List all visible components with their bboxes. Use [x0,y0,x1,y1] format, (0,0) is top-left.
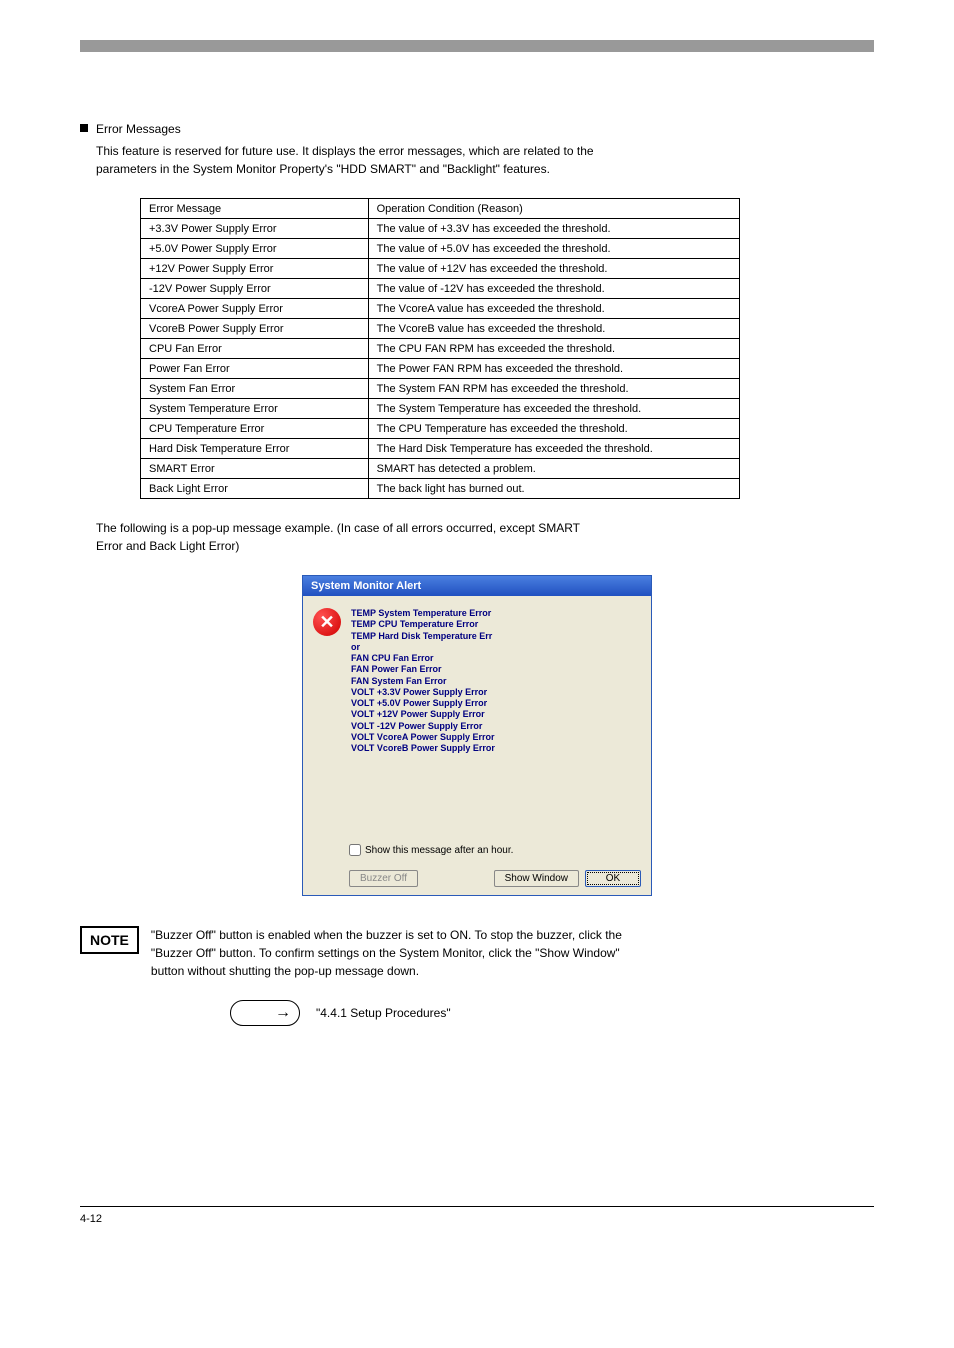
table-header-row: Error Message Operation Condition (Reaso… [141,199,740,219]
section-title: Error Messages [96,122,181,136]
desc-line1: This feature is reserved for future use.… [96,144,594,158]
alert-line: VOLT +5.0V Power Supply Error [351,698,495,709]
show-window-button[interactable]: Show Window [494,870,579,887]
cell-cond: The value of -12V has exceeded the thres… [368,279,739,299]
cell-msg: SMART Error [141,459,369,479]
alert-line: or [351,642,495,653]
table-row: Power Fan ErrorThe Power FAN RPM has exc… [141,359,740,379]
alert-line: FAN Power Fan Error [351,664,495,675]
table-row: +12V Power Supply ErrorThe value of +12V… [141,259,740,279]
table-row: CPU Temperature ErrorThe CPU Temperature… [141,419,740,439]
header-bar [80,40,874,52]
ok-button[interactable]: OK [585,870,641,887]
alert-line: VOLT +12V Power Supply Error [351,709,495,720]
alert-line: VOLT VcoreA Power Supply Error [351,732,495,743]
alert-line: VOLT VcoreB Power Supply Error [351,743,495,754]
cell-msg: VcoreB Power Supply Error [141,319,369,339]
cell-cond: The Hard Disk Temperature has exceeded t… [368,439,739,459]
note-label-box: NOTE [80,926,139,954]
dialog-titlebar: System Monitor Alert [303,576,651,596]
note-line3: button without shutting the pop-up messa… [151,964,419,978]
alert-dialog: System Monitor Alert ✕ TEMP System Tempe… [302,575,652,896]
cell-msg: CPU Fan Error [141,339,369,359]
cell-cond: The value of +3.3V has exceeded the thre… [368,219,739,239]
cell-cond: SMART has detected a problem. [368,459,739,479]
table-row: +5.0V Power Supply ErrorThe value of +5.… [141,239,740,259]
cell-msg: +5.0V Power Supply Error [141,239,369,259]
cell-cond: The Power FAN RPM has exceeded the thres… [368,359,739,379]
alert-line: FAN System Fan Error [351,676,495,687]
cell-cond: The VcoreA value has exceeded the thresh… [368,299,739,319]
arrow-right-icon: → [275,1004,291,1022]
note-line2: "Buzzer Off" button. To confirm settings… [151,946,620,960]
table-row: -12V Power Supply ErrorThe value of -12V… [141,279,740,299]
cell-cond: The back light has burned out. [368,479,739,499]
table-row: Back Light ErrorThe back light has burne… [141,479,740,499]
cell-cond: The CPU Temperature has exceeded the thr… [368,419,739,439]
page-footer: 4-12 [80,1206,874,1225]
cell-msg: System Temperature Error [141,399,369,419]
alert-line: TEMP CPU Temperature Error [351,619,495,630]
table-row: VcoreB Power Supply ErrorThe VcoreB valu… [141,319,740,339]
cell-cond: The CPU FAN RPM has exceeded the thresho… [368,339,739,359]
cell-msg: -12V Power Supply Error [141,279,369,299]
alert-line: FAN CPU Fan Error [351,653,495,664]
show-after-hour-checkbox[interactable] [349,844,361,856]
table-row: SMART ErrorSMART has detected a problem. [141,459,740,479]
table-row: VcoreA Power Supply ErrorThe VcoreA valu… [141,299,740,319]
cell-cond: The System FAN RPM has exceeded the thre… [368,379,739,399]
section-description: This feature is reserved for future use.… [96,142,874,178]
alert-line: TEMP System Temperature Error [351,608,495,619]
cell-cond: The value of +12V has exceeded the thres… [368,259,739,279]
desc-line2: parameters in the System Monitor Propert… [96,162,550,176]
cell-msg: +3.3V Power Supply Error [141,219,369,239]
cell-cond: The value of +5.0V has exceeded the thre… [368,239,739,259]
table-row: Hard Disk Temperature ErrorThe Hard Disk… [141,439,740,459]
table-header-condition: Operation Condition (Reason) [368,199,739,219]
page-number: 4-12 [80,1213,102,1225]
bullet-icon [80,124,88,132]
popup-intro: The following is a pop-up message exampl… [96,519,874,555]
cell-msg: Back Light Error [141,479,369,499]
error-table: Error Message Operation Condition (Reaso… [140,198,740,499]
alert-message-list: TEMP System Temperature Error TEMP CPU T… [351,608,495,754]
table-header-error: Error Message [141,199,369,219]
error-icon: ✕ [313,608,341,636]
buzzer-off-button[interactable]: Buzzer Off [349,870,418,887]
checkbox-label: Show this message after an hour. [365,845,513,856]
cell-msg: Power Fan Error [141,359,369,379]
cell-msg: Hard Disk Temperature Error [141,439,369,459]
alert-line: VOLT +3.3V Power Supply Error [351,687,495,698]
note-line1: "Buzzer Off" button is enabled when the … [151,928,622,942]
cell-msg: CPU Temperature Error [141,419,369,439]
popup-intro-line2: Error and Back Light Error) [96,539,239,553]
popup-intro-line1: The following is a pop-up message exampl… [96,521,580,535]
table-row: CPU Fan ErrorThe CPU FAN RPM has exceede… [141,339,740,359]
table-row: System Fan ErrorThe System FAN RPM has e… [141,379,740,399]
cell-cond: The VcoreB value has exceeded the thresh… [368,319,739,339]
see-reference-shape: → [230,1000,300,1026]
table-row: +3.3V Power Supply ErrorThe value of +3.… [141,219,740,239]
cell-msg: VcoreA Power Supply Error [141,299,369,319]
alert-line: TEMP Hard Disk Temperature Err [351,631,495,642]
reference-text: "4.4.1 Setup Procedures" [316,1006,451,1020]
cell-msg: System Fan Error [141,379,369,399]
cell-cond: The System Temperature has exceeded the … [368,399,739,419]
alert-line: VOLT -12V Power Supply Error [351,721,495,732]
cell-msg: +12V Power Supply Error [141,259,369,279]
note-text: "Buzzer Off" button is enabled when the … [151,926,874,980]
table-row: System Temperature ErrorThe System Tempe… [141,399,740,419]
